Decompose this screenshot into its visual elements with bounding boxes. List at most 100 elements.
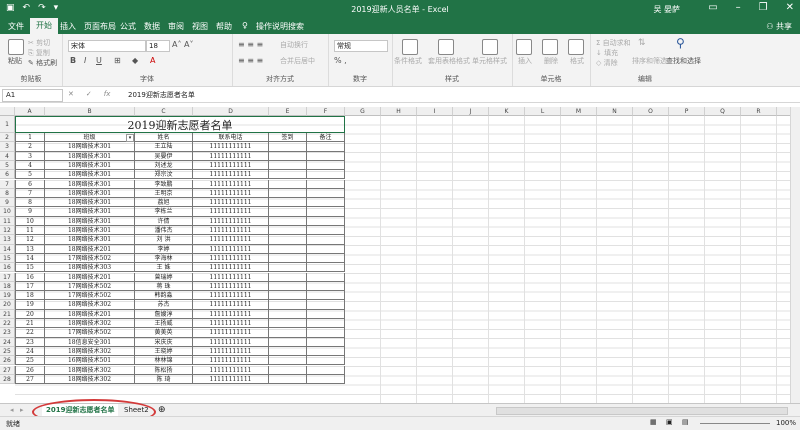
column-header-h[interactable]: H	[381, 107, 417, 116]
table-cell[interactable]: 11111111111	[193, 142, 269, 152]
insert-cells-icon[interactable]	[516, 39, 532, 55]
insert-cells-button[interactable]: 插入	[518, 56, 532, 66]
next-sheet-icon[interactable]: ▸	[16, 404, 28, 416]
table-cell[interactable]: 17网络技术502	[45, 328, 135, 338]
table-cell[interactable]: 11111111111	[193, 291, 269, 301]
table-cell[interactable]: 李栋兰	[135, 207, 193, 217]
magnifier-icon[interactable]: ⚲	[676, 36, 685, 50]
tab-review[interactable]: 审阅	[168, 21, 184, 32]
minimize-icon[interactable]: –	[736, 2, 741, 13]
table-cell[interactable]: 18网络技术301	[45, 207, 135, 217]
table-cell[interactable]: 林林锦	[135, 356, 193, 366]
table-cell[interactable]	[307, 142, 345, 152]
header-cell[interactable]: 联系电话	[193, 133, 269, 143]
conditional-format-button[interactable]: 条件格式	[394, 56, 422, 66]
format-table-icon[interactable]	[438, 39, 454, 55]
table-cell[interactable]	[307, 207, 345, 217]
row-header[interactable]: 17	[0, 272, 15, 282]
sort-filter-icon[interactable]: ⇅	[638, 38, 646, 48]
row-header[interactable]: 3	[0, 142, 15, 152]
table-cell[interactable]: 16	[15, 272, 45, 282]
row-header[interactable]: 19	[0, 291, 15, 301]
table-cell[interactable]	[269, 235, 307, 245]
table-cell[interactable]: 17网络技术502	[45, 281, 135, 292]
table-cell[interactable]: 曾瑞婷	[135, 272, 193, 282]
row-header[interactable]: 28	[0, 374, 15, 385]
spreadsheet-grid[interactable]: ABCDEFGHIJKLMNOPQRST 1234567891011121314…	[0, 107, 790, 403]
table-cell[interactable]	[307, 272, 345, 282]
table-cell[interactable]: 11111111111	[193, 365, 269, 375]
table-cell[interactable]: 11111111111	[193, 263, 269, 273]
table-cell[interactable]	[269, 253, 307, 264]
table-cell[interactable]: 17	[15, 281, 45, 292]
table-cell[interactable]: 11111111111	[193, 207, 269, 217]
column-header-o[interactable]: O	[633, 107, 669, 116]
format-table-button[interactable]: 套用表格格式	[428, 56, 470, 66]
table-cell[interactable]: 11111111111	[193, 346, 269, 357]
table-cell[interactable]: 郑宗汶	[135, 170, 193, 180]
table-cell[interactable]: 11111111111	[193, 319, 269, 329]
column-header-g[interactable]: G	[345, 107, 381, 116]
user-name[interactable]: 吴 晏萨	[653, 4, 680, 15]
table-cell[interactable]: 18网络技术201	[45, 244, 135, 254]
table-cell[interactable]: 11111111111	[193, 226, 269, 236]
format-cells-button[interactable]: 格式	[570, 56, 584, 66]
header-cell[interactable]: 班级	[45, 133, 135, 143]
column-header-b[interactable]: B	[45, 107, 135, 116]
table-cell[interactable]	[269, 337, 307, 347]
table-cell[interactable]: 24	[15, 346, 45, 357]
check-icon[interactable]: ✓	[86, 90, 92, 98]
table-cell[interactable]: 21	[15, 319, 45, 329]
table-cell[interactable]	[269, 188, 307, 199]
table-cell[interactable]	[269, 346, 307, 357]
table-cell[interactable]: 11111111111	[193, 328, 269, 338]
number-format-select[interactable]: 常规	[334, 40, 388, 52]
table-cell[interactable]: 蒋 珠	[135, 281, 193, 292]
table-cell[interactable]	[269, 179, 307, 189]
table-cell[interactable]	[269, 207, 307, 217]
vertical-scrollbar[interactable]	[790, 107, 800, 403]
top-align-icon[interactable]: ≡ ≡ ≡	[238, 40, 263, 49]
table-cell[interactable]: 11111111111	[193, 309, 269, 319]
table-cell[interactable]: 吴晏伊	[135, 151, 193, 161]
formula-input[interactable]: 2019迎新志愿者名单	[128, 90, 195, 100]
table-cell[interactable]	[307, 198, 345, 208]
function-icon[interactable]: fx	[104, 90, 111, 98]
table-cell[interactable]: 16网络技术501	[45, 356, 135, 366]
horizontal-scrollbar[interactable]	[496, 407, 788, 415]
row-header[interactable]: 11	[0, 216, 15, 226]
table-cell[interactable]	[307, 328, 345, 338]
table-cell[interactable]: 王立陆	[135, 142, 193, 152]
table-cell[interactable]	[269, 142, 307, 152]
table-cell[interactable]: 18网络技术301	[45, 226, 135, 236]
format-painter-button[interactable]: ✎ 格式刷	[28, 58, 57, 68]
sort-filter-button[interactable]: 排序和筛选	[632, 56, 667, 66]
cell-styles-icon[interactable]	[482, 39, 498, 55]
view-break-icon[interactable]: ▤	[682, 418, 689, 426]
table-cell[interactable]: 11111111111	[193, 188, 269, 199]
row-header[interactable]: 21	[0, 309, 15, 319]
share-button[interactable]: ⚇ 共享	[766, 21, 792, 32]
row-header[interactable]: 24	[0, 337, 15, 347]
table-cell[interactable]: 15	[15, 263, 45, 273]
format-cells-icon[interactable]	[568, 39, 584, 55]
table-cell[interactable]: 11	[15, 226, 45, 236]
table-cell[interactable]	[269, 160, 307, 171]
table-cell[interactable]: 18网络技术301	[45, 142, 135, 152]
row-header[interactable]: 27	[0, 365, 15, 375]
table-cell[interactable]: 许倩	[135, 216, 193, 226]
column-header-a[interactable]: A	[15, 107, 45, 116]
select-all-corner[interactable]	[0, 107, 15, 116]
column-header-p[interactable]: P	[669, 107, 705, 116]
table-cell[interactable]: 黄美英	[135, 328, 193, 338]
table-cell[interactable]	[307, 160, 345, 171]
table-cell[interactable]: 20	[15, 309, 45, 319]
border-icon[interactable]: ⊞	[114, 56, 121, 65]
row-header[interactable]: 2	[0, 133, 15, 143]
table-cell[interactable]	[269, 328, 307, 338]
table-cell[interactable]: 17网络技术502	[45, 253, 135, 264]
table-cell[interactable]: 11111111111	[193, 244, 269, 254]
table-cell[interactable]: 潘伟杰	[135, 226, 193, 236]
add-sheet-icon[interactable]: ⊕	[154, 404, 170, 416]
row-header[interactable]: 7	[0, 179, 15, 189]
